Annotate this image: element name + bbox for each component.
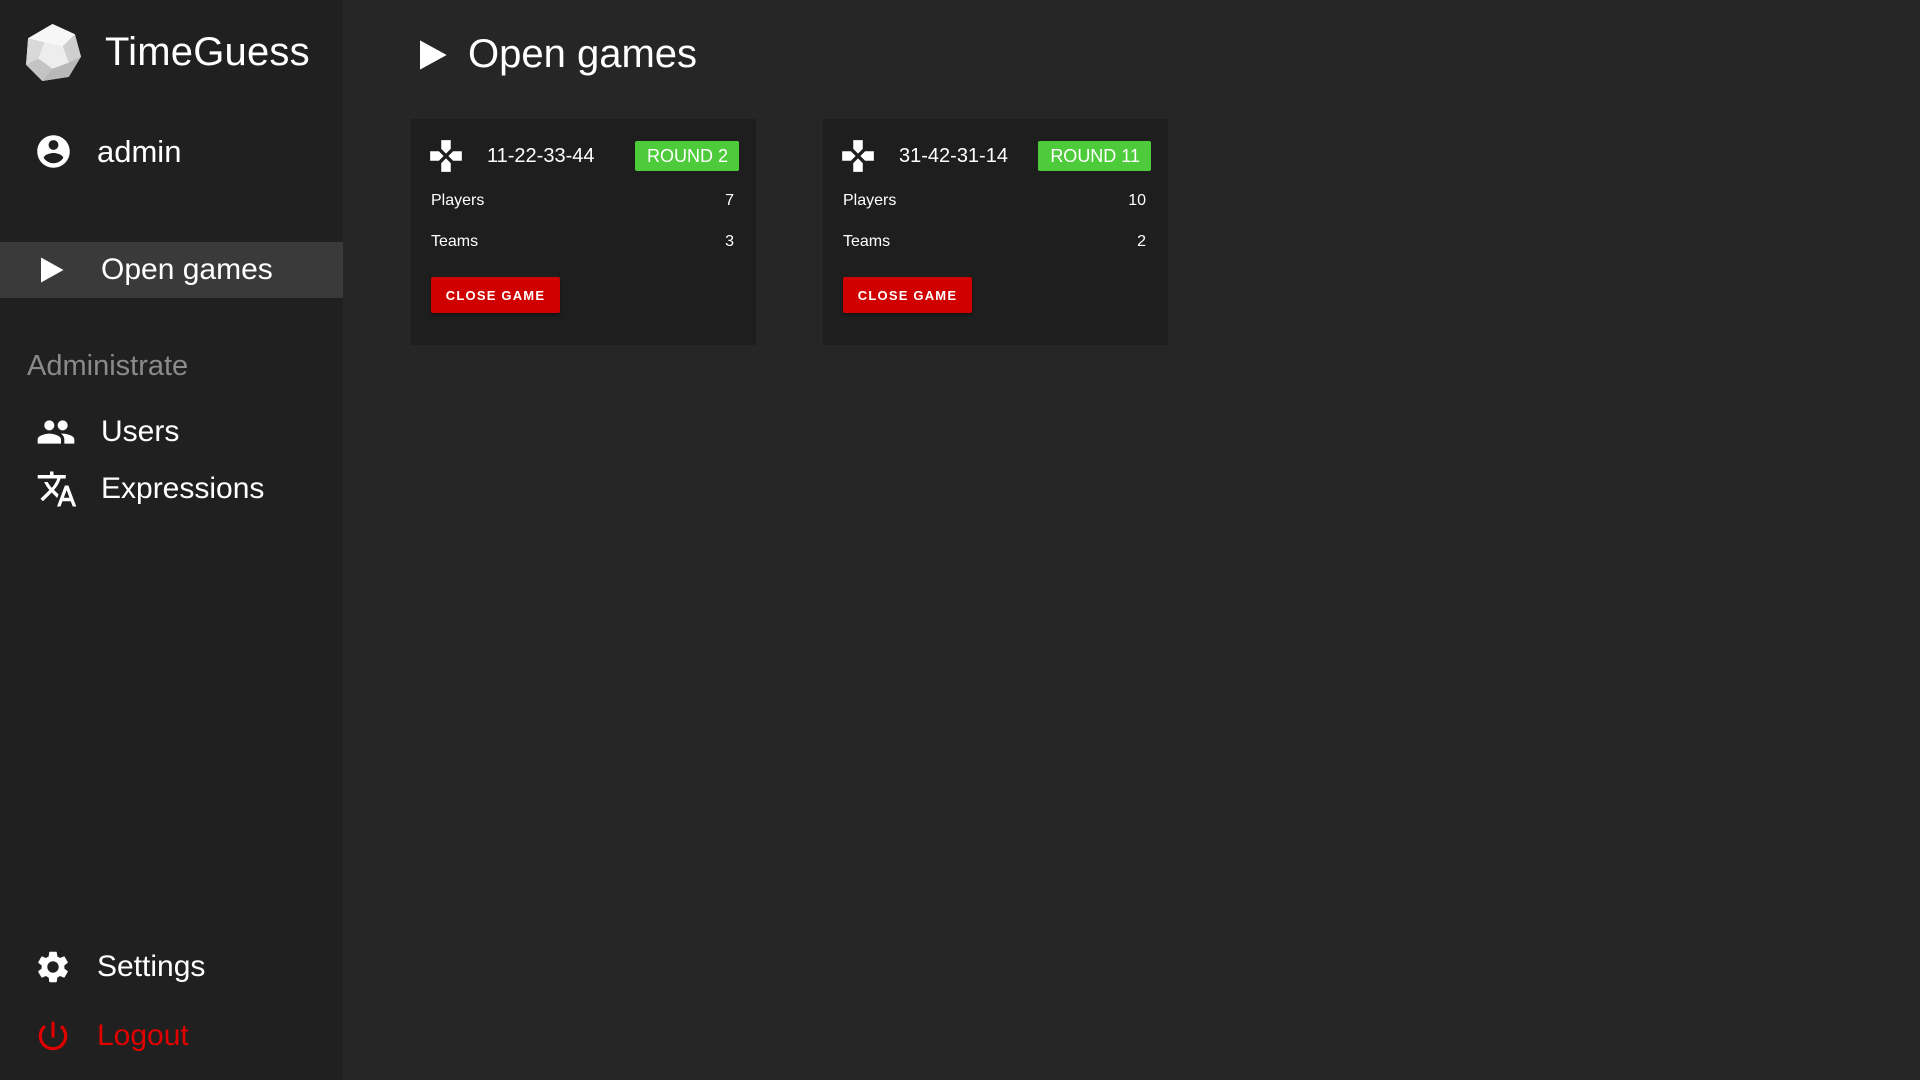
sidebar-item-users[interactable]: Users — [0, 404, 343, 460]
brand[interactable]: TimeGuess — [22, 22, 310, 83]
stat-label: Players — [843, 192, 897, 209]
stat-label: Teams — [843, 233, 891, 250]
sidebar-item-label: Logout — [97, 1019, 189, 1052]
power-icon — [38, 1021, 68, 1051]
gamepad-icon — [430, 140, 462, 172]
stat-value: 3 — [725, 233, 734, 250]
page-title: Open games — [416, 32, 697, 77]
translate-icon — [37, 471, 77, 507]
stat-value: 2 — [1137, 233, 1146, 250]
gamepad-icon — [842, 140, 874, 172]
play-icon — [420, 39, 447, 70]
close-game-button[interactable]: CLOSE GAME — [431, 277, 560, 313]
sidebar-item-logout[interactable]: Logout — [0, 1008, 343, 1064]
gear-icon — [38, 951, 68, 983]
user-name: admin — [97, 133, 182, 169]
stat-row-teams: Teams 2 — [843, 233, 1146, 251]
sidebar-item-expressions[interactable]: Expressions — [0, 461, 343, 517]
game-card: 31-42-31-14 ROUND 11 Players 10 Teams 2 … — [823, 119, 1168, 345]
section-header-administrate: Administrate — [27, 350, 189, 382]
sidebar-item-label: Expressions — [101, 472, 265, 505]
stat-row-players: Players 7 — [431, 192, 734, 210]
game-card-header: 31-42-31-14 ROUND 11 — [839, 137, 1151, 175]
sidebar-item-settings[interactable]: Settings — [0, 939, 343, 995]
round-badge: ROUND 11 — [1038, 141, 1151, 171]
stat-label: Teams — [431, 233, 479, 250]
people-icon — [37, 420, 75, 444]
sidebar: TimeGuess admin Open games Administrate … — [0, 0, 343, 1080]
account-circle-icon — [37, 135, 70, 168]
game-card-header: 11-22-33-44 ROUND 2 — [427, 137, 739, 175]
stat-row-players: Players 10 — [843, 192, 1146, 210]
sidebar-item-open-games[interactable]: Open games — [0, 242, 343, 298]
app-title: TimeGuess — [105, 30, 310, 74]
close-game-button[interactable]: CLOSE GAME — [843, 277, 972, 313]
round-badge: ROUND 2 — [634, 141, 739, 171]
stat-value: 7 — [725, 192, 734, 209]
stat-row-teams: Teams 3 — [431, 233, 734, 251]
stat-value: 10 — [1128, 192, 1146, 209]
user-profile[interactable]: admin — [34, 132, 181, 171]
game-code: 31-42-31-14 — [899, 144, 1008, 167]
play-icon — [41, 257, 64, 283]
page-title-text: Open games — [468, 32, 698, 76]
sidebar-item-label: Settings — [97, 950, 206, 983]
game-card: 11-22-33-44 ROUND 2 Players 7 Teams 3 CL… — [411, 119, 756, 345]
sidebar-item-label: Open games — [101, 253, 273, 286]
polyhedron-logo-icon — [26, 24, 81, 81]
sidebar-item-label: Users — [101, 415, 180, 448]
game-code: 11-22-33-44 — [487, 144, 595, 167]
stat-label: Players — [431, 192, 485, 209]
